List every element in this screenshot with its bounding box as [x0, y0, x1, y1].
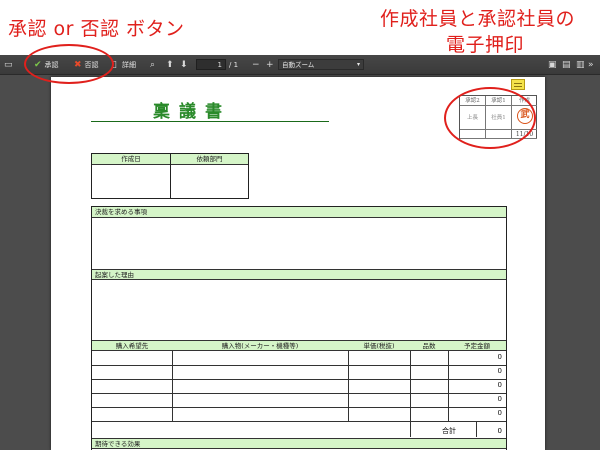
col-vendor: 購入希望先	[115, 342, 149, 350]
arrow-up-icon[interactable]: ⬆	[166, 58, 174, 72]
search-icon[interactable]: ⌕	[150, 58, 155, 72]
col-item: 購入物(メーカー・機種等)	[221, 342, 299, 350]
info-box: 作成日 依頼部門	[91, 153, 249, 199]
table-row-divider	[92, 393, 506, 394]
table-col-divider	[348, 351, 349, 421]
zoom-in-icon[interactable]: +	[266, 58, 274, 72]
page-total: / 1	[229, 61, 239, 69]
open-file-icon[interactable]: ▤	[562, 58, 571, 72]
table-row-divider	[92, 379, 506, 380]
print-icon[interactable]: ▥	[576, 58, 585, 72]
title-underline	[91, 121, 329, 122]
table-col-divider	[476, 421, 477, 437]
total-value: 0	[497, 427, 502, 435]
annotation-approve-reject: 承認 or 否認 ボタン	[8, 18, 185, 40]
document-title: 稟議書	[153, 102, 231, 122]
amount-cell: 0	[497, 395, 502, 403]
col-quantity: 品数	[422, 342, 436, 350]
annotation-stamp-line1: 作成社員と承認社員の	[380, 8, 576, 30]
arrow-down-icon[interactable]: ⬇	[180, 58, 188, 72]
purchase-table-header: 購入希望先 購入物(メーカー・機種等) 単価(税抜) 品数 予定金額	[92, 340, 506, 351]
col-unit-price: 単価(税抜)	[363, 342, 395, 350]
highlight-ring-toolbar	[24, 44, 114, 84]
table-col-divider	[172, 351, 173, 421]
amount-cell: 0	[497, 381, 502, 389]
highlight-ring-stamp	[444, 87, 536, 149]
caret-down-icon: ▾	[356, 61, 360, 68]
table-row-divider	[92, 407, 506, 408]
screenshot-root: 承認 or 否認 ボタン 作成社員と承認社員の 電子押印 ▭ ✔ 承認 ✖ 否認 ▯…	[0, 0, 600, 450]
col-amount: 予定金額	[464, 342, 490, 350]
amount-cell: 0	[497, 367, 502, 375]
section-decision-header: 決裁を求める事項	[92, 207, 506, 218]
table-row-divider	[92, 365, 506, 366]
amount-cell: 0	[497, 353, 502, 361]
total-label: 合計	[442, 427, 456, 435]
created-date-header: 作成日	[92, 154, 170, 165]
section-reason-header: 起案した理由	[92, 269, 506, 280]
section-effect-header: 期待できる効果	[92, 438, 506, 449]
annotation-stamp-line2: 電子押印	[446, 34, 525, 56]
zoom-out-icon[interactable]: −	[252, 58, 260, 72]
form-frame: 決裁を求める事項 起案した理由 購入希望先 購入物(メーカー・機種等) 単価(税…	[91, 206, 507, 450]
present-icon[interactable]: ▣	[548, 58, 557, 72]
note-icon[interactable]	[511, 79, 525, 90]
department-header: 依頼部門	[171, 154, 248, 165]
page-number-input[interactable]: 1	[196, 59, 226, 70]
menu-icon[interactable]: »	[588, 58, 594, 72]
detail-button[interactable]: 詳細	[122, 58, 136, 72]
table-row-divider	[92, 421, 506, 422]
amount-cell: 0	[497, 409, 502, 417]
table-col-divider	[448, 351, 449, 421]
zoom-select[interactable]: 自動ズーム ▾	[278, 59, 364, 70]
table-col-divider	[410, 351, 411, 437]
sidebar-toggle-icon[interactable]: ▭	[4, 58, 13, 72]
info-divider	[170, 154, 171, 198]
zoom-value: 自動ズーム	[282, 61, 315, 69]
